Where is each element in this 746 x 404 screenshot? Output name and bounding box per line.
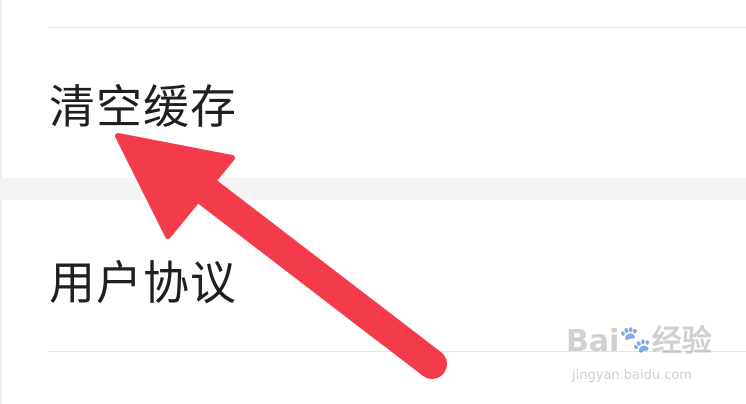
section-separator bbox=[0, 178, 746, 200]
watermark-site: jingyan.baidu.com bbox=[572, 368, 692, 383]
settings-item-clear-cache[interactable]: 清空缓存 bbox=[2, 28, 746, 178]
bottom-divider bbox=[48, 351, 746, 352]
clear-cache-label: 清空缓存 bbox=[49, 80, 237, 134]
user-agreement-label: 用户协议 bbox=[49, 256, 237, 310]
settings-item-user-agreement[interactable]: 用户协议 bbox=[2, 200, 746, 351]
